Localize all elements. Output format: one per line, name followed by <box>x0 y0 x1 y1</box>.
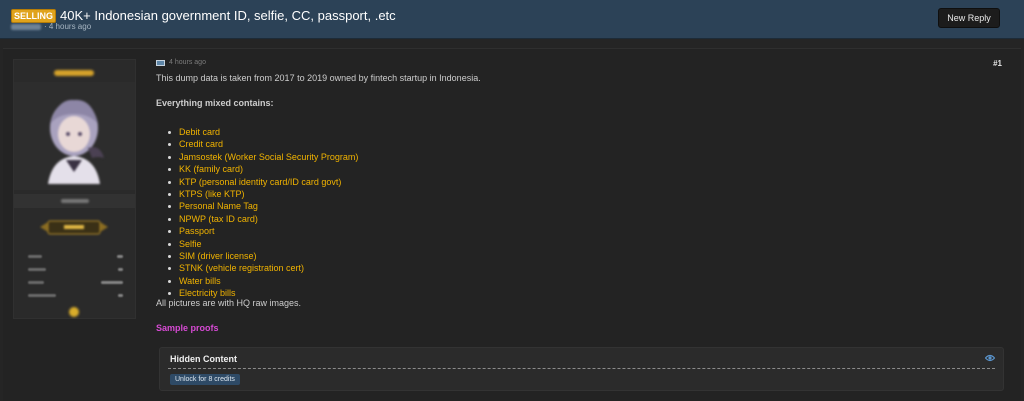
list-item: STNK (vehicle registration cert) <box>168 262 358 274</box>
list-item: Selfie <box>168 238 358 250</box>
stat-row-reputation <box>28 289 123 302</box>
hidden-content-title: Hidden Content <box>170 354 237 364</box>
list-item: Passport <box>168 225 358 237</box>
thread-author-link[interactable] <box>11 23 41 30</box>
post-meta: 4 hours ago <box>156 59 206 66</box>
avatar-image <box>48 99 104 184</box>
hidden-content-divider <box>168 368 995 369</box>
thread-header: SELLING 40K+ Indonesian government ID, s… <box>0 0 1024 39</box>
sample-proofs-link[interactable]: Sample proofs <box>156 323 219 333</box>
list-item: Water bills <box>168 275 358 287</box>
user-sidebar <box>13 59 136 319</box>
thread-title-row: SELLING 40K+ Indonesian government ID, s… <box>11 8 396 23</box>
user-title-bar <box>14 194 135 208</box>
flag-icon <box>156 59 165 66</box>
user-title <box>61 199 89 203</box>
eye-icon[interactable] <box>985 354 995 362</box>
avatar[interactable] <box>14 82 135 190</box>
list-item: Personal Name Tag <box>168 200 358 212</box>
selling-prefix-badge[interactable]: SELLING <box>11 8 57 23</box>
new-reply-button[interactable]: New Reply <box>938 8 1000 28</box>
contents-list: Debit card Credit card Jamsostek (Worker… <box>168 126 358 299</box>
stat-row-joined <box>28 276 123 289</box>
list-item: SIM (driver license) <box>168 250 358 262</box>
thread-title: 40K+ Indonesian government ID, selfie, C… <box>60 8 396 23</box>
author-username-link[interactable] <box>54 70 94 76</box>
post-intro-text: This dump data is taken from 2017 to 201… <box>156 73 481 83</box>
post-footer-text: All pictures are with HQ raw images. <box>156 298 302 308</box>
list-item: Debit card <box>168 126 358 138</box>
list-item: NPWP (tax ID card) <box>168 213 358 225</box>
unlock-button[interactable]: Unlock for 8 credits <box>170 374 240 385</box>
award-icon <box>69 307 79 317</box>
post: 4 hours ago #1 This dump data is taken f… <box>3 48 1021 401</box>
rank-badge-icon <box>40 220 108 235</box>
list-item: Jamsostek (Worker Social Security Progra… <box>168 151 358 163</box>
list-item: KK (family card) <box>168 163 358 175</box>
post-number-link[interactable]: #1 <box>993 59 1002 68</box>
post-time: 4 hours ago <box>169 59 206 66</box>
stat-row-posts <box>28 250 123 263</box>
user-stats <box>28 250 123 302</box>
list-heading: Everything mixed contains: <box>156 98 274 108</box>
thread-time: · 4 hours ago <box>44 22 92 31</box>
stat-row-threads <box>28 263 123 276</box>
thread-meta: · 4 hours ago <box>11 22 91 31</box>
hidden-content-box: Hidden Content Unlock for 8 credits <box>159 347 1004 391</box>
list-item: Credit card <box>168 138 358 150</box>
list-item: KTP (personal identity card/ID card govt… <box>168 176 358 188</box>
list-item: KTPS (like KTP) <box>168 188 358 200</box>
